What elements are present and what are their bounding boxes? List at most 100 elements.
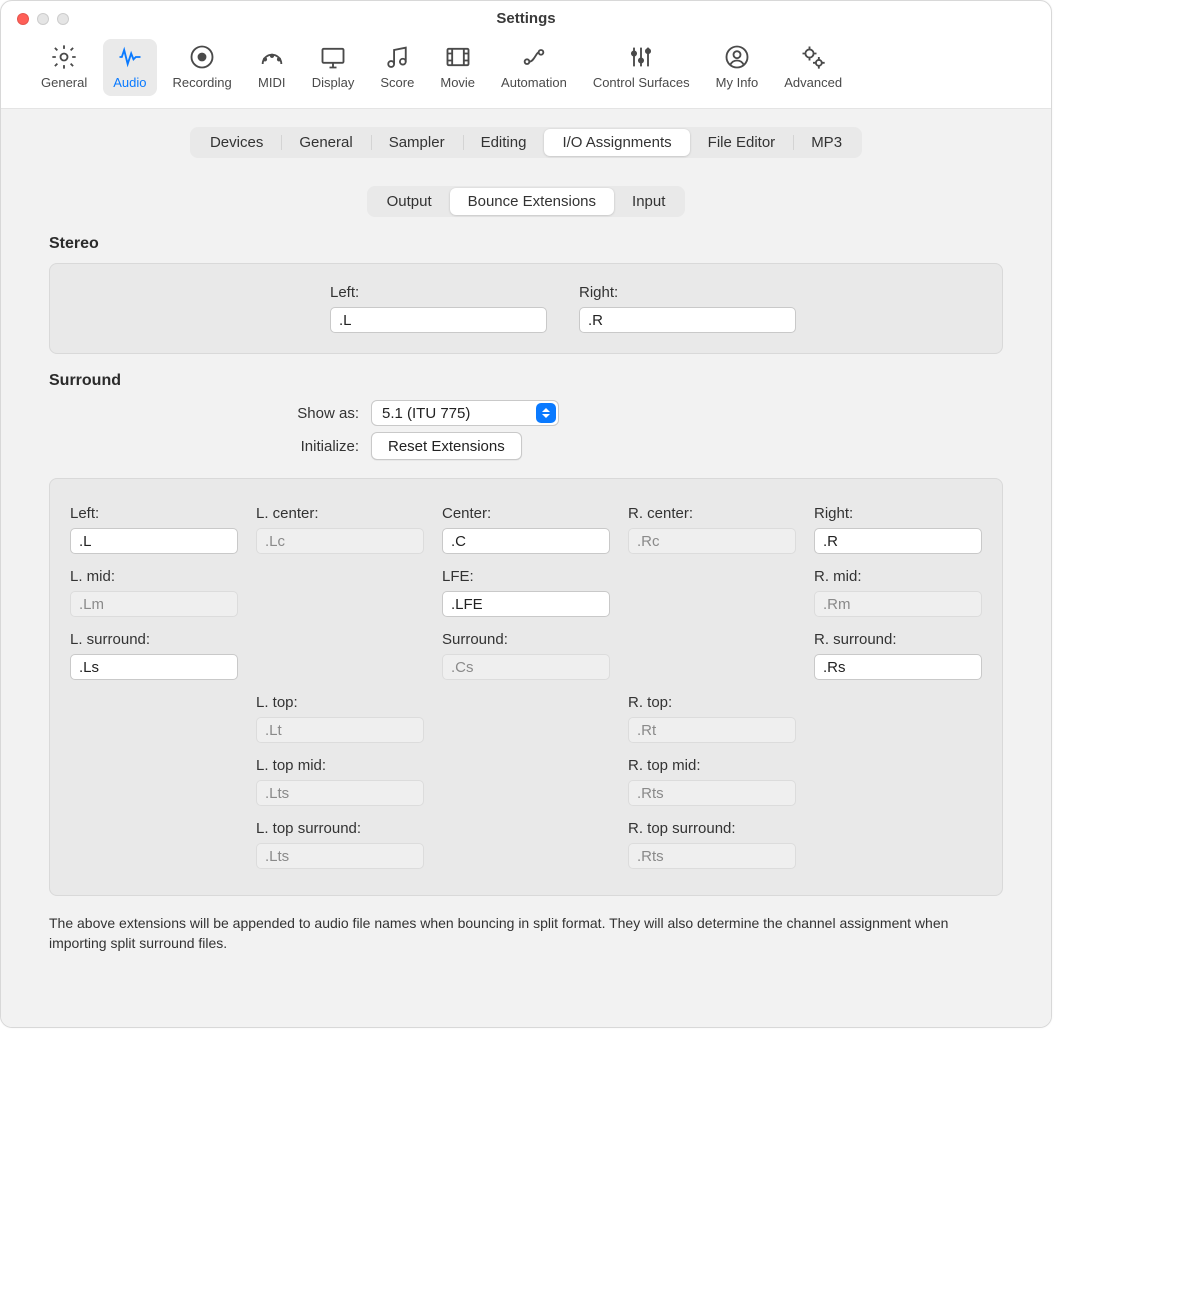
r_top-label: R. top: [628, 694, 796, 711]
my-info-icon [723, 43, 751, 71]
show-as-value: 5.1 (ITU 775) [382, 405, 470, 422]
toolbar-audio[interactable]: Audio [103, 39, 156, 96]
tab-output[interactable]: Output [369, 188, 450, 215]
audio-icon [116, 43, 144, 71]
automation-icon [520, 43, 548, 71]
movie-icon [444, 43, 472, 71]
r_mid-input [814, 591, 982, 617]
stereo-left-label: Left: [330, 284, 547, 301]
r_top_mid-label: R. top mid: [628, 757, 796, 774]
l_top_mid-label: L. top mid: [256, 757, 424, 774]
l_top-label: L. top: [256, 694, 424, 711]
l_top_sur-input [256, 843, 424, 869]
toolbar: General Audio Recording MIDI Display Score Mov… [1, 37, 1051, 109]
center-label: Center: [442, 505, 610, 522]
center-input[interactable] [442, 528, 610, 554]
toolbar-label: Score [380, 75, 414, 90]
midi-icon [258, 43, 286, 71]
r_surround-label: R. surround: [814, 631, 982, 648]
l_mid-label: L. mid: [70, 568, 238, 585]
toolbar-label: Automation [501, 75, 567, 90]
tab-devices[interactable]: Devices [192, 129, 281, 156]
r_center-label: R. center: [628, 505, 796, 522]
l_surround-input[interactable] [70, 654, 238, 680]
stepper-icon [536, 403, 556, 423]
r_center-input [628, 528, 796, 554]
surround-heading: Surround [49, 372, 1003, 390]
toolbar-label: Advanced [784, 75, 842, 90]
display-icon [319, 43, 347, 71]
stereo-right-input[interactable] [579, 307, 796, 333]
stereo-right-label: Right: [579, 284, 796, 301]
general-icon [50, 43, 78, 71]
toolbar-advanced[interactable]: Advanced [774, 39, 852, 96]
r_top_sur-input [628, 843, 796, 869]
initialize-label: Initialize: [49, 438, 359, 455]
tab-input[interactable]: Input [614, 188, 683, 215]
right-label: Right: [814, 505, 982, 522]
content: DevicesGeneralSamplerEditingI/O Assignme… [1, 109, 1051, 1027]
toolbar-label: Display [312, 75, 355, 90]
recording-icon [188, 43, 216, 71]
toolbar-label: Control Surfaces [593, 75, 690, 90]
c_surround-label: Surround: [442, 631, 610, 648]
r_top_sur-label: R. top surround: [628, 820, 796, 837]
tab-general[interactable]: General [281, 129, 370, 156]
footnote: The above extensions will be appended to… [49, 914, 1003, 953]
titlebar: Settings [1, 1, 1051, 37]
c_surround-input [442, 654, 610, 680]
right-input[interactable] [814, 528, 982, 554]
toolbar-control-surfaces[interactable]: Control Surfaces [583, 39, 700, 96]
toolbar-movie[interactable]: Movie [430, 39, 485, 96]
tab-bounce-extensions[interactable]: Bounce Extensions [450, 188, 614, 215]
toolbar-label: My Info [716, 75, 759, 90]
left-label: Left: [70, 505, 238, 522]
lfe-label: LFE: [442, 568, 610, 585]
io-subtabs: OutputBounce ExtensionsInput [49, 186, 1003, 217]
r_mid-label: R. mid: [814, 568, 982, 585]
reset-extensions-button[interactable]: Reset Extensions [371, 432, 522, 460]
toolbar-label: General [41, 75, 87, 90]
lfe-input[interactable] [442, 591, 610, 617]
toolbar-my-info[interactable]: My Info [706, 39, 769, 96]
toolbar-recording[interactable]: Recording [163, 39, 242, 96]
l_surround-label: L. surround: [70, 631, 238, 648]
l_center-label: L. center: [256, 505, 424, 522]
show-as-label: Show as: [49, 405, 359, 422]
toolbar-label: Audio [113, 75, 146, 90]
r_top_mid-input [628, 780, 796, 806]
left-input[interactable] [70, 528, 238, 554]
tab-mp3[interactable]: MP3 [793, 129, 860, 156]
l_top-input [256, 717, 424, 743]
toolbar-automation[interactable]: Automation [491, 39, 577, 96]
tab-i-o-assignments[interactable]: I/O Assignments [544, 129, 689, 156]
l_center-input [256, 528, 424, 554]
r_surround-input[interactable] [814, 654, 982, 680]
toolbar-label: Movie [440, 75, 475, 90]
stereo-box: Left: Right: [49, 263, 1003, 354]
toolbar-midi[interactable]: MIDI [248, 39, 296, 96]
stereo-heading: Stereo [49, 235, 1003, 253]
panel: OutputBounce ExtensionsInput Stereo Left… [25, 174, 1027, 977]
audio-subtabs: DevicesGeneralSamplerEditingI/O Assignme… [25, 127, 1027, 158]
show-as-select[interactable]: 5.1 (ITU 775) [371, 400, 559, 426]
surround-grid-box: Left: L. center: Center: R. center: Right: L.… [49, 478, 1003, 896]
r_top-input [628, 717, 796, 743]
tab-editing[interactable]: Editing [463, 129, 545, 156]
advanced-icon [799, 43, 827, 71]
toolbar-display[interactable]: Display [302, 39, 365, 96]
tab-sampler[interactable]: Sampler [371, 129, 463, 156]
l_mid-input [70, 591, 238, 617]
score-icon [383, 43, 411, 71]
toolbar-general[interactable]: General [31, 39, 97, 96]
tab-file-editor[interactable]: File Editor [690, 129, 794, 156]
l_top_mid-input [256, 780, 424, 806]
toolbar-label: Recording [173, 75, 232, 90]
toolbar-score[interactable]: Score [370, 39, 424, 96]
l_top_sur-label: L. top surround: [256, 820, 424, 837]
control-surfaces-icon [627, 43, 655, 71]
toolbar-label: MIDI [258, 75, 285, 90]
settings-window: Settings General Audio Recording MIDI Displa… [0, 0, 1052, 1028]
window-title: Settings [1, 10, 1051, 27]
stereo-left-input[interactable] [330, 307, 547, 333]
